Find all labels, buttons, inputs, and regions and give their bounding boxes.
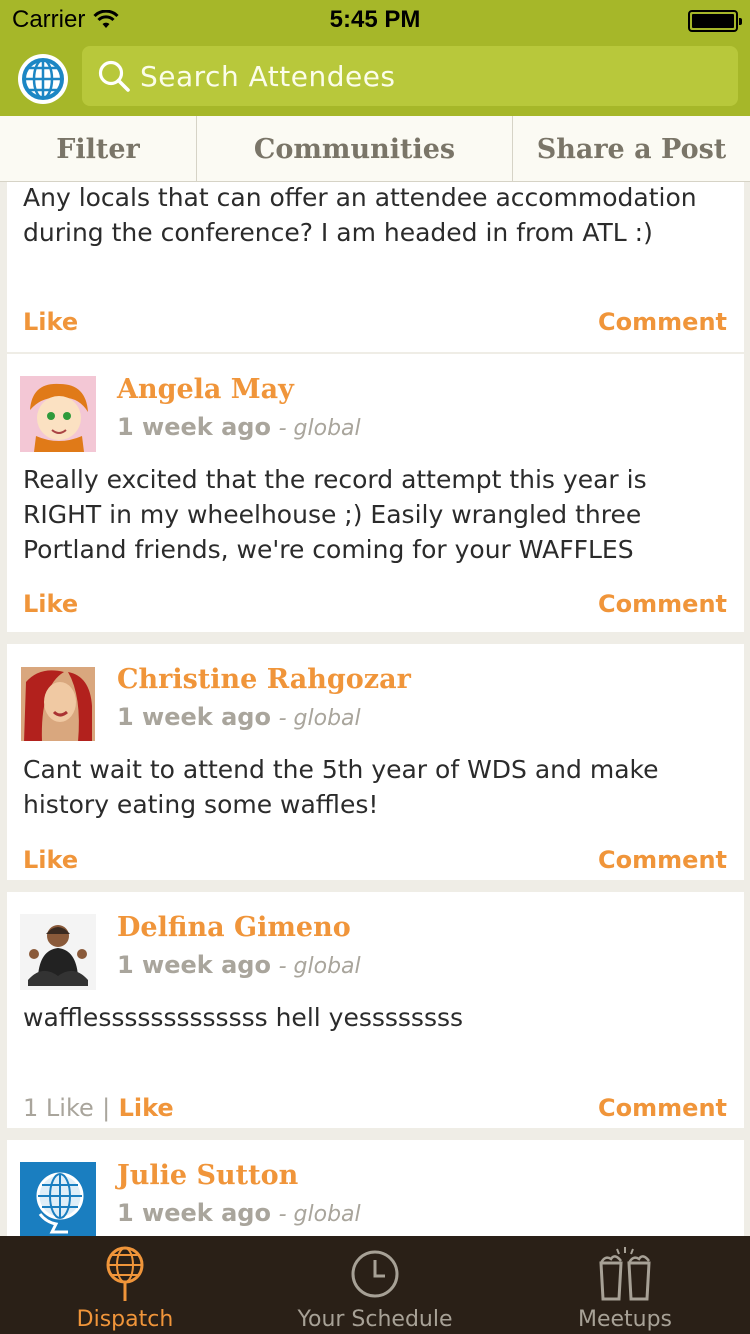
post-card: Julie Sutton 1 week ago - global [7,1140,744,1236]
post-text: Any locals that can offer an attendee ac… [23,183,697,247]
avatar-image [20,914,96,990]
post-text: Really excited that the record attempt t… [23,465,647,564]
racket-globe-icon [106,1246,144,1301]
search-icon [98,60,130,92]
status-bar: Carrier 5:45 PM [0,0,750,40]
tab-your-schedule[interactable]: Your Schedule [250,1236,500,1334]
status-time: 5:45 PM [329,6,421,33]
like-area: 1 Like | Like [23,1094,174,1122]
like-button[interactable]: Like [23,846,78,874]
post-card: Angela May 1 week ago - global Really ex… [7,354,744,632]
post-card: Christine Rahgozar 1 week ago - global C… [7,644,744,880]
clock-icon [351,1250,399,1298]
search-input[interactable] [140,59,700,93]
like-count[interactable]: 1 Like [23,1094,94,1122]
avatar[interactable] [20,666,96,742]
like-label: Like [23,308,79,336]
filter-button[interactable]: Filter [0,116,197,182]
like-button[interactable]: Like [119,1094,174,1122]
comment-button[interactable]: Comment [598,308,727,336]
search-box[interactable] [82,46,738,106]
post-meta: 1 week ago - global [117,951,361,979]
header [0,40,750,116]
avatar-image [20,666,96,742]
post-time: 1 week ago [117,951,271,979]
post-meta: 1 week ago - global [117,703,361,731]
tab-meetups[interactable]: Meetups [500,1236,750,1334]
comment-button[interactable]: Comment [598,846,727,874]
post-time: 1 week ago [117,413,271,441]
post-time: 1 week ago [117,703,271,731]
globe-button[interactable] [18,54,68,104]
post-card: Delfina Gimeno 1 week ago - global waffl… [7,892,744,1128]
avatar[interactable] [20,1162,96,1236]
tab-bar: Dispatch Your Schedule Meetups [0,1236,750,1334]
like-label: Like [23,846,79,874]
tab-label: Dispatch [76,1307,174,1332]
post-scope: - global [278,954,361,979]
author-name[interactable]: Delfina Gimeno [117,912,351,943]
battery-icon [688,10,742,32]
tab-label: Your Schedule [297,1307,453,1332]
avatar-image [20,1162,96,1236]
comment-button[interactable]: Comment [598,590,727,618]
author-name[interactable]: Angela May [117,374,294,405]
tab-label: Meetups [577,1307,673,1332]
globe-icon [22,58,64,100]
avatar-image [20,376,96,452]
like-label: Like [23,590,79,618]
post-scope: - global [278,1202,361,1227]
author-name[interactable]: Christine Rahgozar [117,664,411,695]
post-scope: - global [278,706,361,731]
segment-bar: Filter Communities Share a Post [0,116,750,182]
author-name[interactable]: Julie Sutton [117,1160,298,1191]
post-scope: - global [278,416,361,441]
post-text: wafflesssssssssssss hell yessssssss [23,1003,464,1032]
like-separator: | [102,1094,111,1122]
post-time: 1 week ago [117,1199,271,1227]
communities-button[interactable]: Communities [197,116,513,182]
like-button[interactable]: Like [23,308,78,336]
post-meta: 1 week ago - global [117,1199,361,1227]
like-button[interactable]: Like [23,590,78,618]
share-post-button[interactable]: Share a Post [513,116,750,182]
post-card: Any locals that can offer an attendee ac… [7,182,744,352]
post-text: Cant wait to attend the 5th year of WDS … [23,755,659,819]
post-meta: 1 week ago - global [117,413,361,441]
avatar[interactable] [20,914,96,990]
comment-button[interactable]: Comment [598,1094,727,1122]
cheers-icon [599,1247,651,1301]
feed: Any locals that can offer an attendee ac… [0,182,750,1236]
tab-dispatch[interactable]: Dispatch [0,1236,250,1334]
avatar[interactable] [20,376,96,452]
